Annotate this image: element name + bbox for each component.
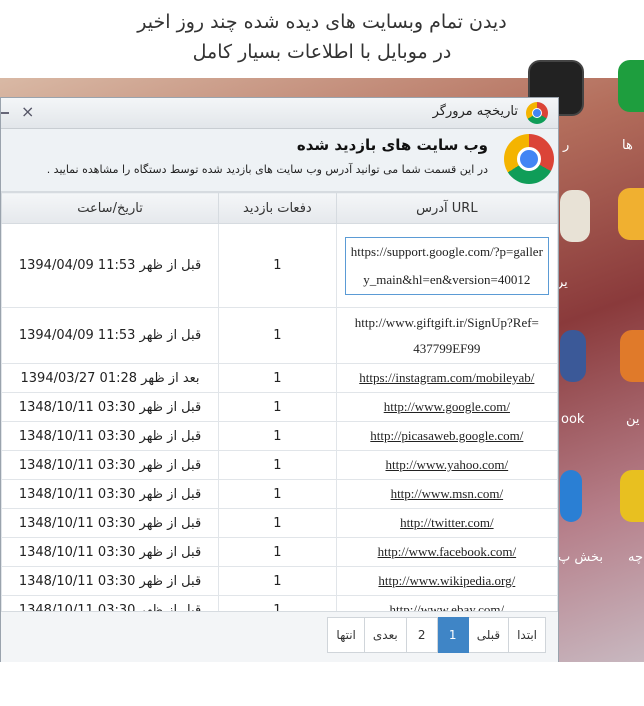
page-2-button[interactable]: 2 — [405, 617, 438, 653]
resize-handle[interactable] — [1, 112, 9, 114]
cell-count: 1 — [218, 508, 337, 538]
cell-url[interactable]: http://www.wikipedia.org/ — [335, 566, 558, 596]
table-row[interactable]: 1394/04/09 11:53 قبل از ظهر 1 http://www… — [1, 307, 558, 364]
table-row[interactable]: 1348/10/11 03:30 قبل از ظهر 1 http://pic… — [1, 421, 558, 451]
food-app-icon[interactable] — [618, 188, 644, 240]
cell-count: 1 — [218, 566, 337, 596]
history-table: تاریخ/ساعت دفعات بازدید آدرس URL 1394/04… — [1, 192, 558, 625]
window-header: وب سایت های بازدید شده در این قسمت شما م… — [1, 129, 558, 192]
cell-date: 1348/10/11 03:30 قبل از ظهر — [1, 566, 220, 596]
lamp-app-icon[interactable] — [560, 190, 590, 242]
app-label: بخش پ — [558, 550, 603, 565]
table-row[interactable]: 1348/10/11 03:30 قبل از ظهر 1 http://www… — [1, 537, 558, 567]
cell-url[interactable]: http://www.facebook.com/ — [335, 537, 558, 567]
table-row[interactable]: 1394/03/27 01:28 بعد از ظهر 1 https://in… — [1, 363, 558, 393]
table-row[interactable]: 1348/10/11 03:30 قبل از ظهر 1 http://twi… — [1, 508, 558, 538]
cell-count: 1 — [218, 421, 337, 451]
window-title: تاریخچه مرورگر — [432, 104, 518, 119]
header-title: وب سایت های بازدید شده — [296, 136, 488, 154]
phone-app-icon[interactable] — [618, 60, 644, 112]
cell-url[interactable]: http://www.msn.com/ — [335, 479, 558, 509]
facebook-app-icon[interactable] — [560, 330, 586, 382]
page-1-button[interactable]: 1 — [436, 617, 469, 653]
first-page-button[interactable]: ابتدا — [508, 617, 546, 653]
app-label: ر — [563, 138, 570, 153]
app-label: ook — [561, 412, 585, 427]
window-titlebar[interactable]: × تاریخچه مرورگر — [1, 98, 558, 129]
column-header-url[interactable]: آدرس URL — [335, 192, 558, 224]
cell-url[interactable]: https://support.google.com/?p=gallery_ma… — [335, 223, 558, 308]
cell-date: 1394/04/09 11:53 قبل از ظهر — [1, 223, 220, 308]
cell-count: 1 — [218, 307, 337, 364]
folder-app-icon[interactable] — [620, 470, 644, 522]
url-text[interactable]: http://www.giftgift.ir/SignUp?Ref=437799… — [352, 310, 542, 362]
cell-date: 1348/10/11 03:30 قبل از ظهر — [1, 392, 220, 422]
column-header-count[interactable]: دفعات بازدید — [218, 192, 337, 224]
cell-count: 1 — [218, 363, 337, 393]
cell-date: 1394/03/27 01:28 بعد از ظهر — [1, 363, 220, 393]
cell-url[interactable]: http://twitter.com/ — [335, 508, 558, 538]
cell-count: 1 — [218, 479, 337, 509]
cell-date: 1348/10/11 03:30 قبل از ظهر — [1, 421, 220, 451]
table-header-row: تاریخ/ساعت دفعات بازدید آدرس URL — [1, 192, 558, 224]
app-label: چه — [628, 550, 644, 565]
table-row[interactable]: 1348/10/11 03:30 قبل از ظهر 1 http://www… — [1, 479, 558, 509]
cell-url[interactable]: http://www.giftgift.ir/SignUp?Ref=437799… — [335, 307, 558, 364]
cell-date: 1348/10/11 03:30 قبل از ظهر — [1, 479, 220, 509]
selected-url[interactable]: https://support.google.com/?p=gallery_ma… — [344, 236, 549, 295]
cell-date: 1348/10/11 03:30 قبل از ظهر — [1, 508, 220, 538]
orange-app-icon[interactable] — [620, 330, 644, 382]
cell-count: 1 — [218, 223, 337, 308]
cell-url[interactable]: http://www.google.com/ — [335, 392, 558, 422]
cell-count: 1 — [218, 392, 337, 422]
table-row[interactable]: 1348/10/11 03:30 قبل از ظهر 1 http://www… — [1, 450, 558, 480]
close-icon[interactable]: × — [21, 102, 34, 121]
column-header-date[interactable]: تاریخ/ساعت — [1, 192, 220, 224]
chrome-icon — [504, 134, 554, 184]
cell-count: 1 — [218, 450, 337, 480]
table-row[interactable]: 1394/04/09 11:53 قبل از ظهر 1 https://su… — [1, 223, 558, 308]
cell-url[interactable]: https://instagram.com/mobileyab/ — [335, 363, 558, 393]
header-description: در این قسمت شما می توانید آدرس وب سایت ه… — [46, 163, 488, 176]
chrome-icon — [526, 102, 548, 124]
pagination-bar: ابتدا قبلی 1 2 بعدی انتها — [1, 611, 558, 662]
cell-count: 1 — [218, 537, 337, 567]
app-label: ین — [626, 412, 640, 427]
cell-date: 1348/10/11 03:30 قبل از ظهر — [1, 450, 220, 480]
app-label: ها — [622, 138, 633, 153]
cell-date: 1394/04/09 11:53 قبل از ظهر — [1, 307, 220, 364]
cell-url[interactable]: http://picasaweb.google.com/ — [335, 421, 558, 451]
headset-app-icon[interactable] — [560, 470, 582, 522]
table-row[interactable]: 1348/10/11 03:30 قبل از ظهر 1 http://www… — [1, 566, 558, 596]
browser-history-window: × تاریخچه مرورگر وب سایت های بازدید شده … — [0, 97, 559, 662]
banner-line-1: دیدن تمام وبسایت های دیده شده چند روز اخ… — [137, 11, 507, 33]
prev-page-button[interactable]: قبلی — [467, 617, 510, 653]
cell-date: 1348/10/11 03:30 قبل از ظهر — [1, 537, 220, 567]
cell-url[interactable]: http://www.yahoo.com/ — [335, 450, 558, 480]
next-page-button[interactable]: بعدی — [363, 617, 407, 653]
pagination-buttons: ابتدا قبلی 1 2 بعدی انتها — [327, 617, 546, 653]
last-page-button[interactable]: انتها — [327, 617, 365, 653]
table-row[interactable]: 1348/10/11 03:30 قبل از ظهر 1 http://www… — [1, 392, 558, 422]
